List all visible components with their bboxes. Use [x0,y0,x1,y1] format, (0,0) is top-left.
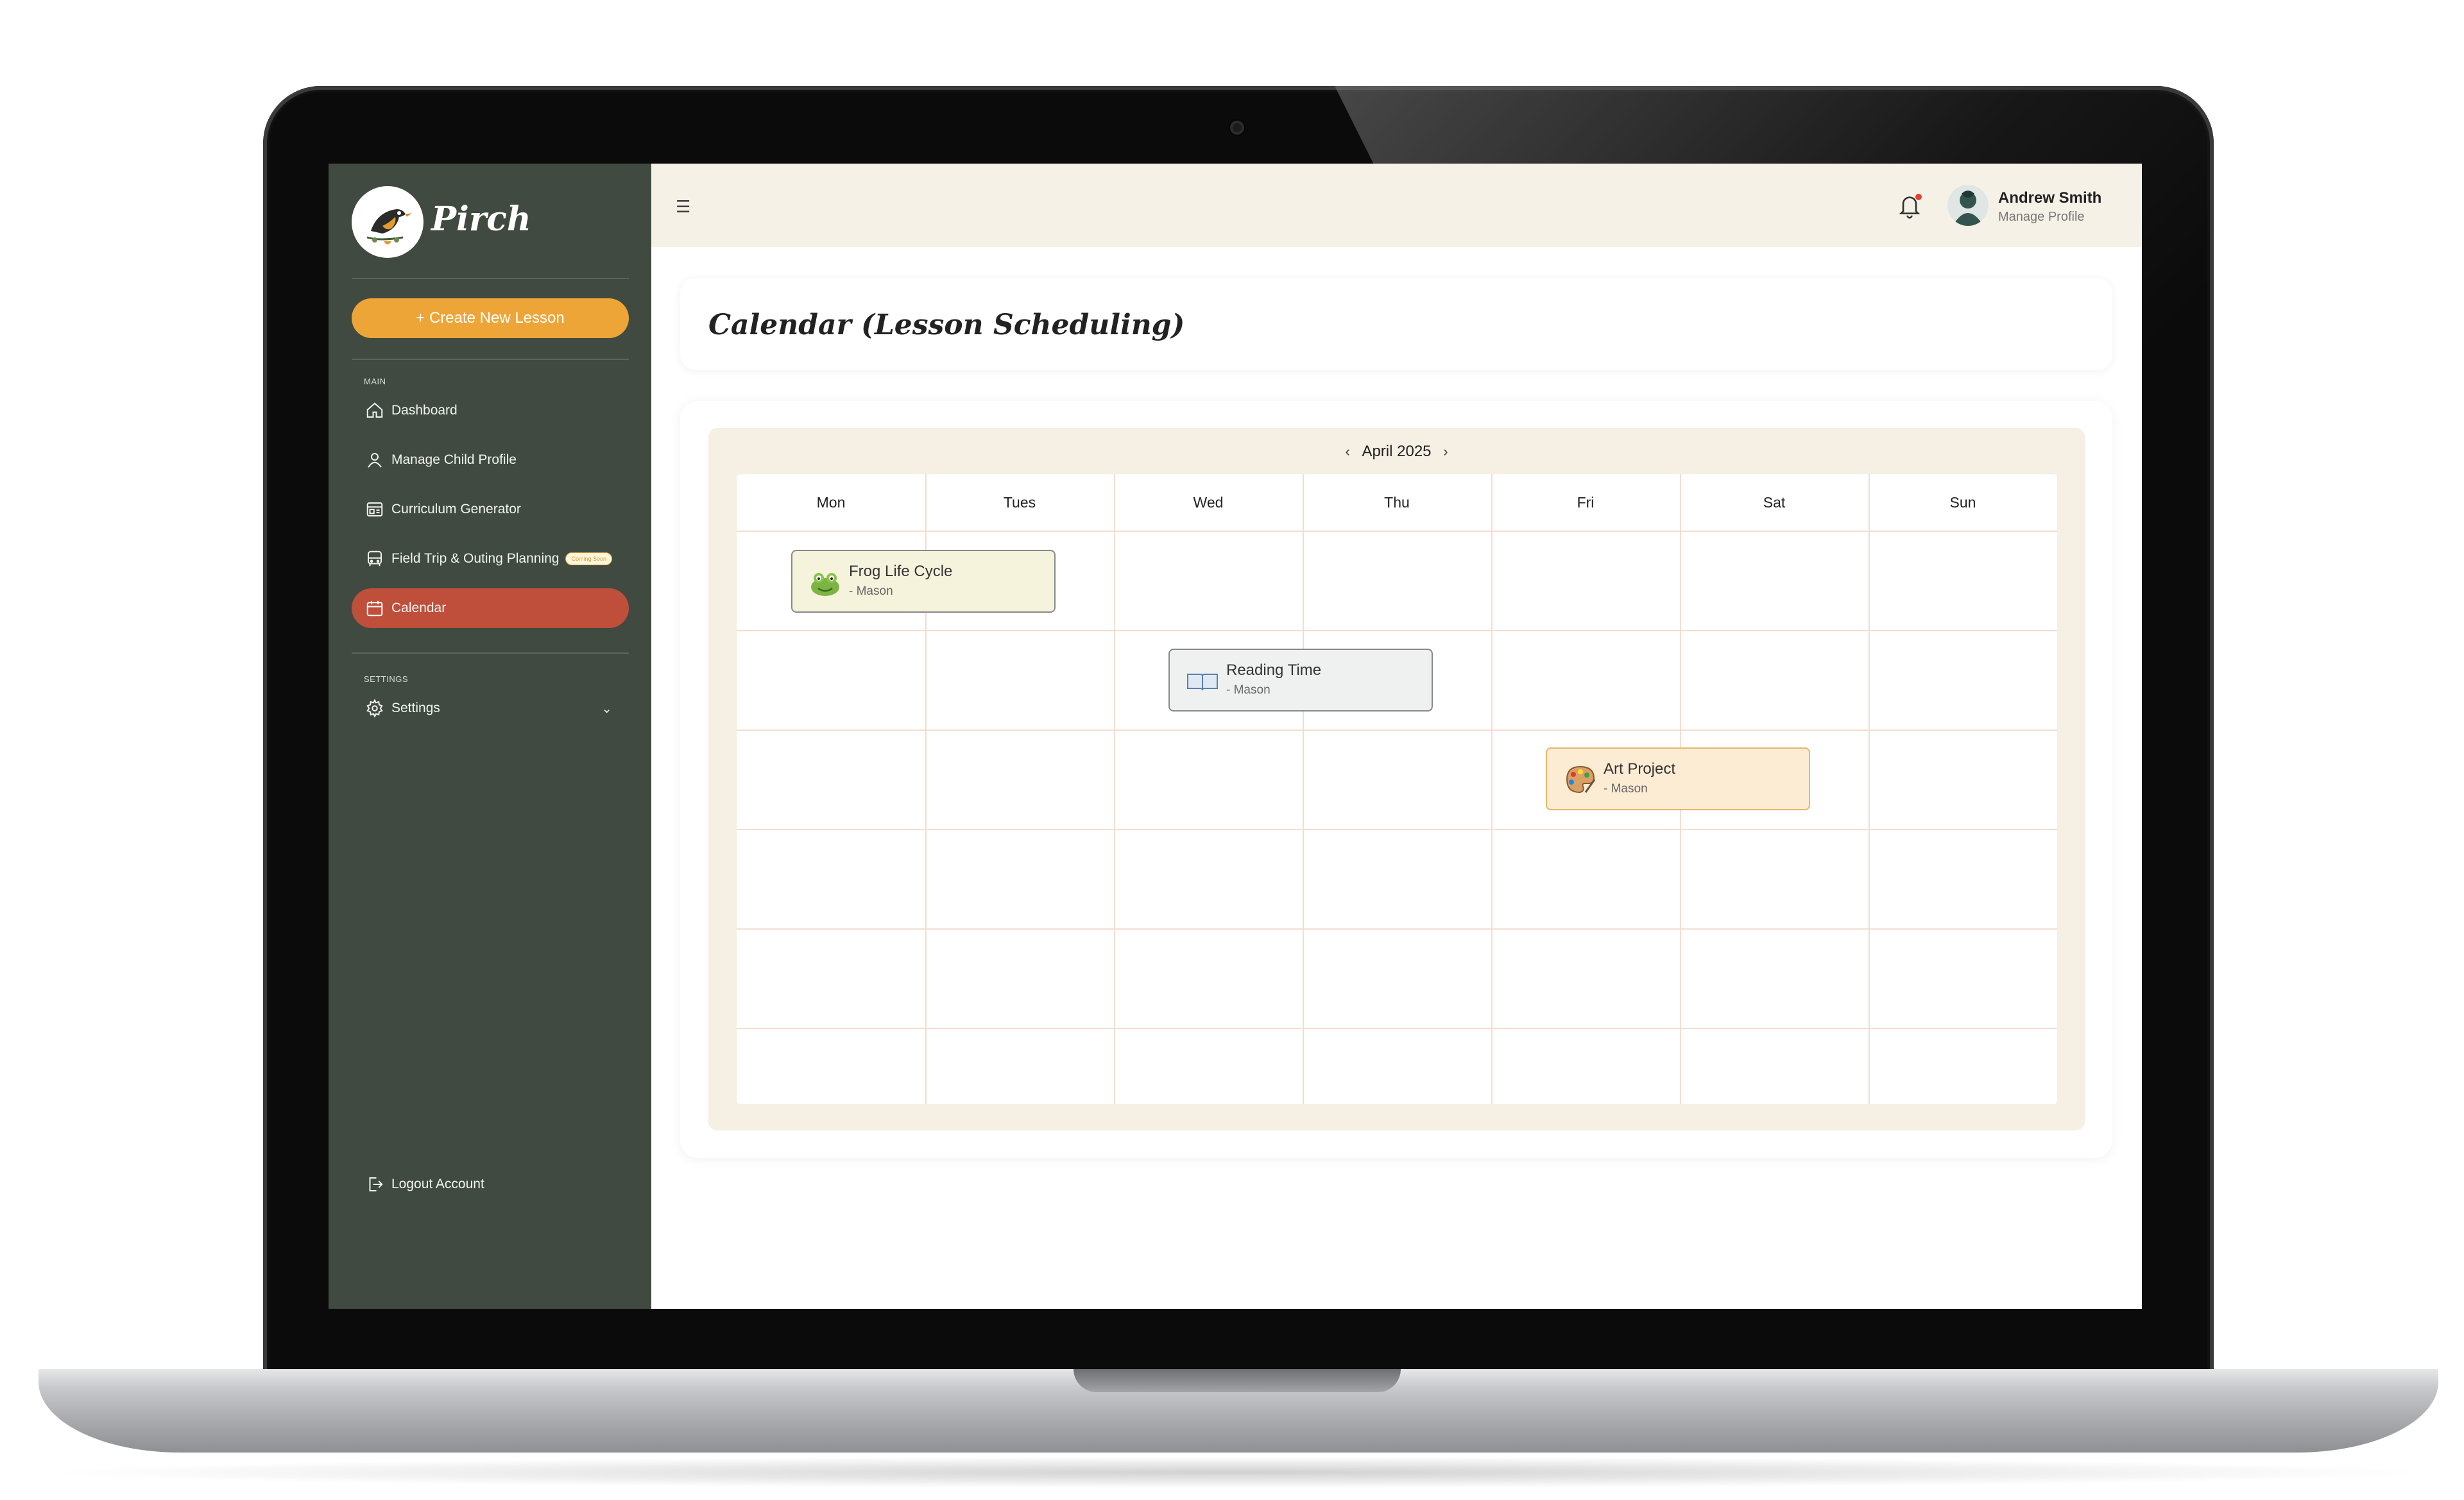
calendar-card: ‹ April 2025 › Mon Tues Wed Thu Fri Sat … [680,401,2112,1158]
grid-line [737,531,2057,532]
sidebar-item-dashboard[interactable]: Dashboard [352,391,629,430]
day-header-tues: Tues [1003,493,1036,511]
calendar-panel: ‹ April 2025 › Mon Tues Wed Thu Fri Sat … [708,428,2085,1130]
sidebar-divider [352,652,629,654]
sidebar-item-label: Settings [391,701,440,715]
brand-name: Pirch [431,200,531,239]
curriculum-icon [363,498,386,521]
grid-line [1869,474,1870,1104]
sidebar-item-manage-child-profile[interactable]: Manage Child Profile [352,440,629,480]
gear-icon [363,697,386,720]
page-title: Calendar (Lesson Scheduling) [708,309,1185,341]
app-screen: Pirch + Create New Lesson MAIN Dashboard… [329,164,2142,1309]
user-name[interactable]: Andrew Smith [1998,189,2101,207]
event-title: Reading Time [1226,661,1322,679]
event-child: - Mason [849,584,893,598]
logout-label: Logout Account [391,1177,484,1191]
sidebar-item-label: Field Trip & Outing Planning [391,551,560,566]
sidebar-divider [352,359,629,360]
sidebar-item-label: Dashboard [391,403,458,418]
day-header-fri: Fri [1577,493,1595,511]
chevron-down-icon[interactable]: ⌄ [601,701,612,717]
day-header-sat: Sat [1763,493,1786,511]
month-label: April 2025 [1362,442,1432,460]
sidebar-item-label: Calendar [391,601,447,615]
sidebar-item-label: Curriculum Generator [391,502,521,516]
notification-dot [1915,194,1922,200]
month-navigation: ‹ April 2025 › [708,442,2085,461]
sidebar-divider [352,278,629,279]
event-art-project[interactable]: Art Project - Mason [1546,747,1810,810]
day-header-mon: Mon [816,493,846,511]
day-header-thu: Thu [1384,493,1410,511]
grid-line [737,829,2057,830]
event-reading-time[interactable]: Reading Time - Mason [1168,649,1433,712]
manage-profile-link[interactable]: Manage Profile [1998,210,2085,225]
create-new-lesson-button[interactable]: + Create New Lesson [352,298,629,338]
logo-icon[interactable] [352,186,424,258]
grid-line [737,928,2057,930]
grid-line [1303,474,1304,1104]
event-child: - Mason [1604,782,1648,796]
sidebar-item-settings[interactable]: Settings ⌄ [352,688,629,728]
palette-icon [1562,763,1597,797]
sidebar-item-field-trip[interactable]: Field Trip & Outing Planning Coming Soon [352,539,629,579]
day-header-wed: Wed [1193,493,1224,511]
sidebar-item-calendar[interactable]: Calendar [352,588,629,628]
user-icon [363,448,386,472]
frog-icon [808,565,843,600]
webcam-icon [1230,121,1244,135]
sidebar: Pirch + Create New Lesson MAIN Dashboard… [329,164,651,1309]
sidebar-item-label: Manage Child Profile [391,452,517,467]
section-label-settings: SETTINGS [364,674,409,684]
laptop-notch [1074,1369,1401,1392]
sidebar-item-curriculum-generator[interactable]: Curriculum Generator [352,490,629,529]
logout-icon [363,1173,386,1196]
bus-icon [363,547,386,570]
calendar-icon [363,597,386,620]
book-icon [1185,664,1220,699]
hamburger-icon[interactable]: ☰ [676,197,690,217]
event-title: Art Project [1604,760,1676,778]
grid-line [1114,474,1115,1104]
laptop-shadow [38,1456,2438,1488]
event-child: - Mason [1226,683,1270,697]
grid-line [737,729,2057,731]
chevron-left-icon[interactable]: ‹ [1345,443,1349,460]
section-label-main: MAIN [364,377,386,386]
coming-soon-badge: Coming Soon [565,552,613,565]
day-header-sun: Sun [1949,493,1976,511]
chevron-right-icon[interactable]: › [1443,443,1448,460]
event-title: Frog Life Cycle [849,563,953,580]
calendar-grid: Mon Tues Wed Thu Fri Sat Sun Frog Life C… [737,474,2057,1104]
home-icon [363,399,386,422]
avatar[interactable] [1947,185,1989,226]
title-card: Calendar (Lesson Scheduling) [680,278,2112,370]
event-frog-life-cycle[interactable]: Frog Life Cycle - Mason [791,550,1056,613]
grid-line [737,630,2057,631]
grid-line [1491,474,1493,1104]
logout-button[interactable]: Logout Account [352,1164,629,1204]
topbar: ☰ Andrew Smith Manage Profile [651,164,2142,247]
grid-line [737,1028,2057,1029]
